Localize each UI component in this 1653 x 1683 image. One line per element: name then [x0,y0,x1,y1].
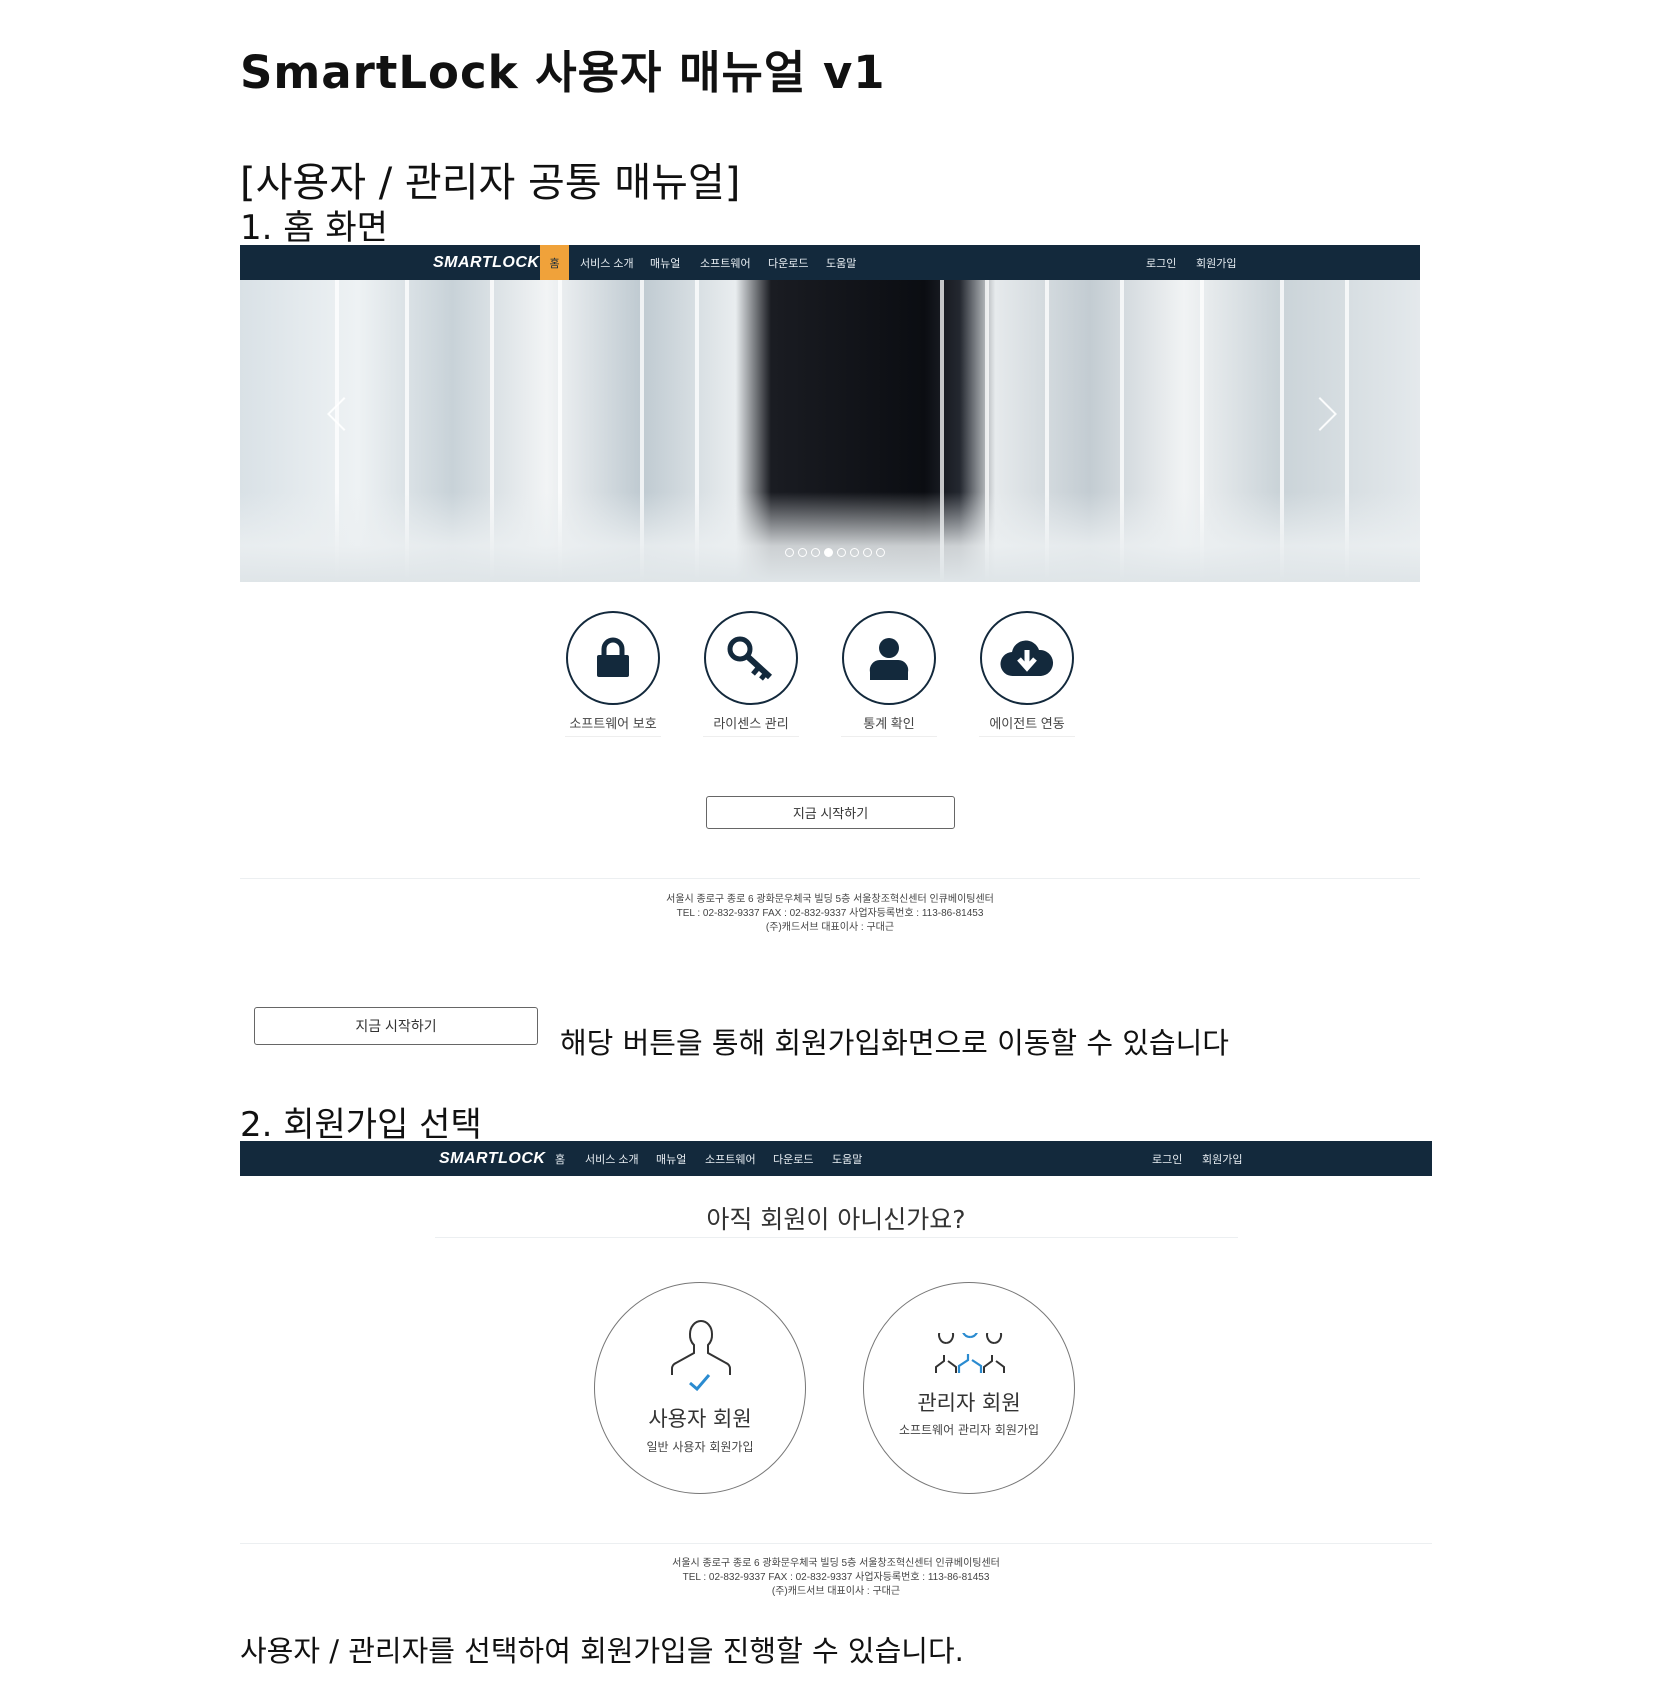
footer-contact: TEL : 02-832-9337 FAX : 02-832-9337 사업자등… [676,908,984,919]
nav-item-download[interactable]: 다운로드 [768,255,808,271]
group-users-icon [935,1333,1005,1373]
hero-carousel [240,280,1420,582]
carousel-prev-icon[interactable] [327,397,361,431]
carousel-next-icon[interactable] [1303,397,1337,431]
nav-item-home[interactable]: 홈 [555,1151,565,1167]
carousel-dot[interactable] [850,548,859,557]
nav-item-help[interactable]: 도움말 [832,1151,862,1167]
nav-item-home[interactable]: 홈 [540,245,569,280]
start-now-button[interactable]: 지금 시작하기 [706,796,955,829]
nav-item-download[interactable]: 다운로드 [773,1151,813,1167]
nav-item-service[interactable]: 서비스 소개 [585,1151,639,1167]
footer-address: 서울시 종로구 종로 6 광화문우체국 빌딩 5층 서울창조혁신센터 인큐베이팅… [672,1558,1000,1569]
step1-heading: 1. 홈 화면 [240,208,388,248]
key-icon [727,636,773,681]
cloud-download-icon [1000,640,1054,677]
nav-item-software[interactable]: 소프트웨어 [705,1151,756,1167]
footer-address: 서울시 종로구 종로 6 광화문우체국 빌딩 5층 서울창조혁신센터 인큐베이팅… [666,894,994,905]
user-option-subtitle: 일반 사용자 회원가입 [646,1440,754,1454]
carousel-dot[interactable] [811,548,820,557]
signup-footer: 서울시 종로구 종로 6 광화문우체국 빌딩 5층 서울창조혁신센터 인큐베이팅… [240,1557,1432,1599]
carousel-dot[interactable] [876,548,885,557]
nav-item-software[interactable]: 소프트웨어 [700,255,751,271]
feature-label: 에이전트 연동 [979,713,1075,737]
signup-question-title: 아직 회원이 아니신가요? [706,1205,966,1234]
feature-label: 소프트웨어 보호 [565,713,661,737]
callout-start-button[interactable]: 지금 시작하기 [254,1007,538,1045]
nav-item-manual[interactable]: 매뉴얼 [650,255,680,271]
nav-item-manual[interactable]: 매뉴얼 [656,1151,686,1167]
nav-signup-link[interactable]: 회원가입 [1202,1151,1242,1167]
footer-divider [240,878,1420,879]
step2-heading: 2. 회원가입 선택 [240,1105,482,1145]
logo[interactable]: SMARTLOCK [439,1150,545,1168]
feature-software-protection[interactable]: 소프트웨어 보호 [565,611,661,737]
footer-divider [240,1543,1432,1544]
admin-option-title: 관리자 회원 [917,1391,1021,1415]
nav-login-link[interactable]: 로그인 [1146,255,1176,271]
nav-login-link[interactable]: 로그인 [1152,1151,1182,1167]
user-signup-option[interactable]: 사용자 회원 일반 사용자 회원가입 [594,1282,806,1494]
feature-label: 라이센스 관리 [703,713,799,737]
carousel-dot[interactable] [863,548,872,557]
step2-description: 사용자 / 관리자를 선택하여 회원가입을 진행할 수 있습니다. [240,1634,964,1668]
feature-agent-integration[interactable]: 에이전트 연동 [979,611,1075,737]
carousel-dot-active[interactable] [824,548,833,557]
carousel-indicators [785,548,885,557]
footer-company: (주)캐드서브 대표이사 : 구대근 [771,1586,901,1597]
admin-signup-option[interactable]: 관리자 회원 소프트웨어 관리자 회원가입 [863,1282,1075,1494]
signup-title-divider [435,1237,1238,1238]
document-title: SmartLock 사용자 매뉴얼 v1 [240,46,886,99]
footer-company: (주)캐드서브 대표이사 : 구대근 [765,922,895,933]
home-navbar: SMARTLOCK 홈 서비스 소개 매뉴얼 소프트웨어 다운로드 도움말 로그… [240,245,1420,280]
lock-icon [597,637,629,677]
feature-label: 통계 확인 [841,713,937,737]
nav-item-service[interactable]: 서비스 소개 [580,255,634,271]
feature-statistics[interactable]: 통계 확인 [841,611,937,737]
admin-option-subtitle: 소프트웨어 관리자 회원가입 [898,1423,1040,1437]
nav-item-help[interactable]: 도움말 [826,255,856,271]
footer-contact: TEL : 02-832-9337 FAX : 02-832-9337 사업자등… [682,1572,990,1583]
step1-description: 해당 버튼을 통해 회원가입화면으로 이동할 수 있습니다 [560,1026,1229,1060]
feature-license-management[interactable]: 라이센스 관리 [703,611,799,737]
user-check-icon [671,1320,731,1391]
user-icon [869,638,909,680]
user-option-title: 사용자 회원 [648,1407,752,1431]
carousel-dot[interactable] [798,548,807,557]
nav-signup-link[interactable]: 회원가입 [1196,255,1236,271]
home-footer: 서울시 종로구 종로 6 광화문우체국 빌딩 5층 서울창조혁신센터 인큐베이팅… [240,893,1420,935]
carousel-dot[interactable] [785,548,794,557]
carousel-dot[interactable] [837,548,846,557]
signup-navbar: SMARTLOCK 홈 서비스 소개 매뉴얼 소프트웨어 다운로드 도움말 로그… [240,1141,1432,1176]
logo[interactable]: SMARTLOCK [433,254,539,272]
